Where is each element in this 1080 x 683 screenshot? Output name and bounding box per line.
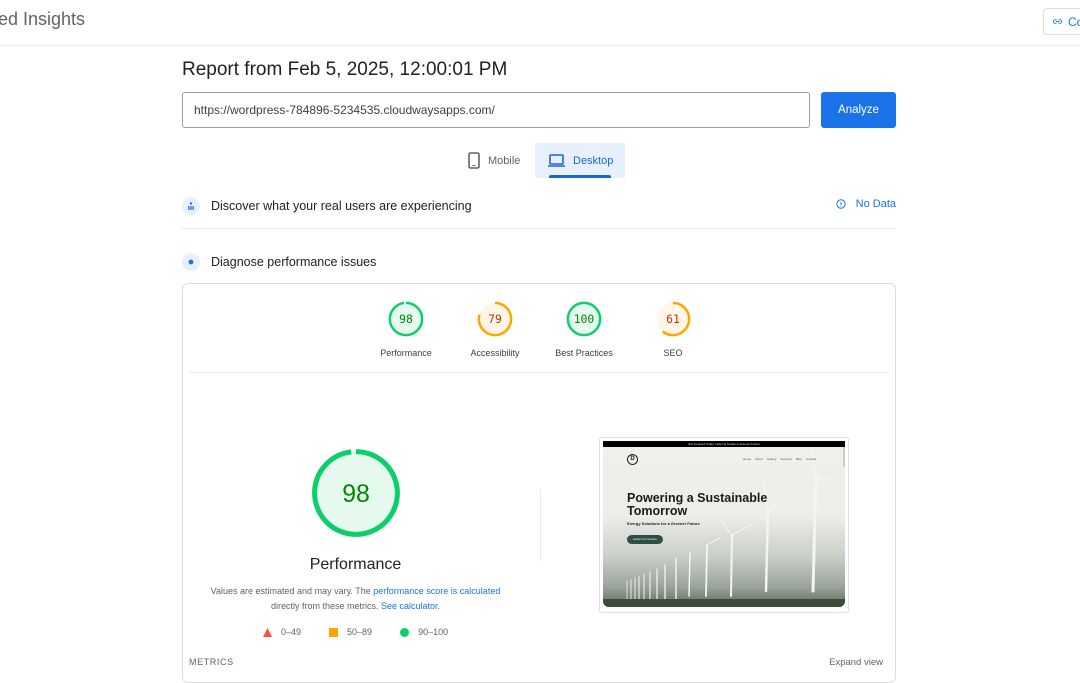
performance-note: Values are estimated and may vary. The p… xyxy=(183,584,528,614)
headline-line: Powering a Sustainable xyxy=(627,491,768,505)
app-title: ed Insights xyxy=(0,9,86,29)
screenshot-nav-item: Services xyxy=(780,457,792,461)
circle-icon xyxy=(400,627,410,637)
page-screenshot: Get Involved Today: Help Us Create A Gre… xyxy=(599,437,849,613)
screenshot-scrollbar xyxy=(843,447,845,467)
tab-desktop-label: Desktop xyxy=(573,154,614,167)
tab-selected-indicator xyxy=(549,175,611,178)
gauge-label: SEO xyxy=(663,348,683,358)
screenshot-headline: Powering a Sustainable Tomorrow xyxy=(627,492,767,518)
section-diagnose-label: Diagnose performance issues xyxy=(211,255,377,269)
square-icon xyxy=(329,627,339,637)
score-calculated-link[interactable]: performance score is calculated xyxy=(373,586,500,596)
gauge-ring: 61 xyxy=(655,301,691,337)
gauge-ring: 79 xyxy=(477,301,513,337)
tab-mobile[interactable]: Mobile xyxy=(462,143,534,178)
screenshot-subheadline: Energy Solutions for a Greener Future xyxy=(627,521,700,526)
legend-range: 50–89 xyxy=(347,627,373,637)
screenshot-cta: Explore Our Services xyxy=(627,535,663,544)
smartphone-icon xyxy=(468,152,480,169)
legend-range: 90–100 xyxy=(418,627,449,637)
report-card: 98 Performance 79 Accessibility 100 Best… xyxy=(182,283,896,683)
no-data-status[interactable]: No Data xyxy=(835,198,896,210)
screenshot-nav-item: Home xyxy=(743,457,752,461)
screenshot-nav-item: About xyxy=(755,457,763,461)
gauge-seo[interactable]: 61 SEO xyxy=(633,300,713,358)
screenshot-nav: Home About Gallery Services Blog Contact xyxy=(743,457,816,461)
screenshot-banner: Get Involved Today: Help Us Create A Gre… xyxy=(603,441,845,447)
copy-link-label: Co xyxy=(1068,14,1080,29)
performance-score-gauge: 98 xyxy=(312,449,400,537)
screenshot-nav-item: Blog xyxy=(795,457,802,461)
gauge-score: 98 xyxy=(399,312,413,326)
gauge-performance[interactable]: 98 Performance xyxy=(366,300,446,358)
section-diagnose: Diagnose performance issues xyxy=(182,252,896,272)
gauge-score: 98 xyxy=(342,481,370,508)
gauge-score: 61 xyxy=(666,312,680,326)
vertical-divider xyxy=(540,489,541,561)
gauge-label: Accessibility xyxy=(470,348,520,358)
category-gauges: 98 Performance 79 Accessibility 100 Best… xyxy=(183,300,895,370)
url-input[interactable] xyxy=(182,92,810,128)
gauge-score: 79 xyxy=(488,312,502,326)
info-icon xyxy=(835,199,846,209)
top-bar: ed Insights Co xyxy=(0,0,1080,46)
see-calculator-link[interactable]: See calculator. xyxy=(381,601,440,611)
link-icon xyxy=(1052,19,1063,24)
note-text: directly from these metrics. xyxy=(270,601,381,611)
gauge-score: 100 xyxy=(574,312,595,326)
expand-view-button[interactable]: Expand view xyxy=(829,657,883,668)
gauge-label: Performance xyxy=(380,348,432,358)
copy-link-button[interactable]: Co xyxy=(1043,8,1080,35)
gauge-best-practices[interactable]: 100 Best Practices xyxy=(544,300,624,358)
section-divider xyxy=(182,228,896,229)
legend-range: 0–49 xyxy=(281,627,302,637)
tab-mobile-label: Mobile xyxy=(488,154,521,167)
legend-average: 50–89 xyxy=(329,627,372,637)
triangle-icon xyxy=(263,627,272,637)
gauge-ring: 100 xyxy=(566,301,602,337)
section-discover[interactable]: Discover what your real users are experi… xyxy=(182,196,896,216)
screenshot-logo: D xyxy=(627,454,638,465)
screenshot-nav-item: Contact xyxy=(805,457,817,461)
gauge-ring: 98 xyxy=(388,301,424,337)
analyze-button[interactable]: Analyze xyxy=(821,92,896,128)
card-divider xyxy=(189,372,889,373)
metrics-heading: METRICS xyxy=(189,657,234,667)
diagnose-icon xyxy=(182,253,200,271)
report-title: Report from Feb 5, 2025, 12:00:01 PM xyxy=(182,59,508,80)
users-experience-icon xyxy=(182,197,200,215)
tab-desktop[interactable]: Desktop xyxy=(535,143,625,178)
legend-poor: 0–49 xyxy=(263,627,301,637)
laptop-icon xyxy=(548,154,565,167)
gauge-label: Best Practices xyxy=(555,348,613,358)
no-data-label: No Data xyxy=(855,198,896,210)
section-discover-label: Discover what your real users are experi… xyxy=(211,199,472,213)
note-text: Values are estimated and may vary. The xyxy=(210,586,374,596)
screenshot-ground xyxy=(603,599,845,607)
screenshot-content: Get Involved Today: Help Us Create A Gre… xyxy=(603,441,845,607)
headline-line: Tomorrow xyxy=(627,504,688,518)
score-legend: 0–49 50–89 90–100 xyxy=(263,627,476,637)
screenshot-nav-item: Gallery xyxy=(766,457,777,461)
performance-title: Performance xyxy=(309,556,402,573)
legend-good: 90–100 xyxy=(400,627,448,637)
gauge-accessibility[interactable]: 79 Accessibility xyxy=(455,300,535,358)
